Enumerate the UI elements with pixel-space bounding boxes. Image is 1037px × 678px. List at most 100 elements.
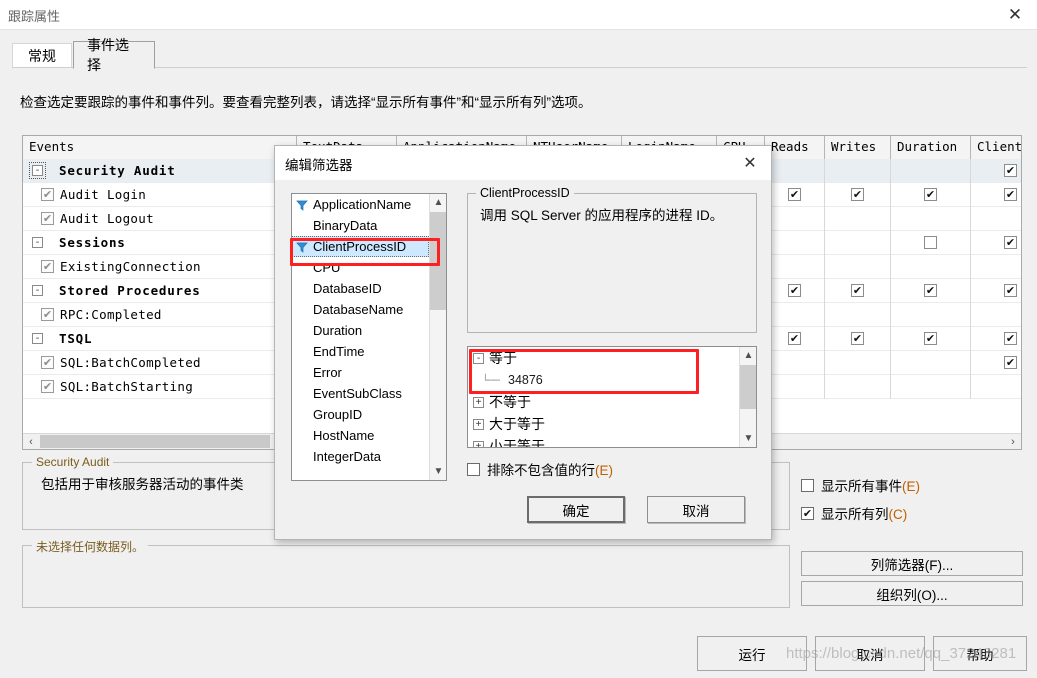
cancel-button[interactable]: 取消 xyxy=(815,636,925,671)
filter-column-item[interactable]: EndTime xyxy=(292,341,429,362)
grid-cell[interactable] xyxy=(765,374,825,399)
column-filters-button[interactable]: 列筛选器(F)... xyxy=(801,551,1023,576)
events-cell[interactable]: - Stored Procedures xyxy=(23,278,297,303)
grid-cell-checkbox[interactable] xyxy=(924,188,937,201)
condition-expander-icon[interactable]: + xyxy=(473,396,484,408)
grid-cell[interactable] xyxy=(891,230,971,255)
filter-column-item[interactable]: Duration xyxy=(292,320,429,341)
events-cell[interactable]: SQL:BatchCompleted xyxy=(23,350,297,375)
scroll-up-icon[interactable]: ▲ xyxy=(430,194,446,211)
grid-cell[interactable] xyxy=(971,351,1021,375)
dialog-close-icon[interactable]: ✕ xyxy=(737,150,763,174)
grid-cell[interactable] xyxy=(825,326,891,351)
grid-cell-checkbox[interactable] xyxy=(1004,332,1017,345)
event-checkbox[interactable] xyxy=(41,188,54,201)
grid-cell[interactable] xyxy=(891,278,971,303)
events-cell[interactable]: Audit Logout xyxy=(23,206,297,231)
grid-cell[interactable] xyxy=(971,231,1021,255)
expander-icon[interactable]: - xyxy=(29,162,46,179)
hscroll-left-arrow[interactable]: ‹ xyxy=(23,434,39,449)
filter-column-item[interactable]: DatabaseID xyxy=(292,278,429,299)
condition-row[interactable]: + 不等于 xyxy=(468,391,739,413)
scroll-down-icon[interactable]: ▼ xyxy=(430,463,446,480)
edit-filter-dialog[interactable]: 编辑筛选器 ✕ ApplicationName BinaryData ClientP… xyxy=(274,145,772,540)
grid-cell[interactable] xyxy=(891,206,971,231)
grid-cell[interactable] xyxy=(765,350,825,375)
condition-expander-icon[interactable]: - xyxy=(473,352,484,364)
filter-column-list-scrollbar[interactable]: ▲ ▼ xyxy=(429,194,446,480)
expander-icon[interactable]: - xyxy=(32,333,43,344)
events-cell[interactable]: - Security Audit xyxy=(23,158,297,183)
grid-column-header[interactable]: Duration xyxy=(891,136,971,159)
grid-cell[interactable] xyxy=(765,278,825,303)
filter-column-item[interactable]: CPU xyxy=(292,257,429,278)
filter-column-item[interactable]: GroupID xyxy=(292,404,429,425)
grid-cell[interactable] xyxy=(971,303,1021,327)
grid-cell[interactable] xyxy=(765,302,825,327)
grid-cell-checkbox[interactable] xyxy=(924,332,937,345)
filter-column-item[interactable]: Error xyxy=(292,362,429,383)
filter-column-list[interactable]: ApplicationName BinaryData ClientProcessID… xyxy=(291,193,447,481)
show-all-columns-checkbox[interactable] xyxy=(801,506,814,520)
grid-cell-checkbox[interactable] xyxy=(851,332,864,345)
grid-cell-checkbox[interactable] xyxy=(1004,356,1017,369)
show-all-events-checkbox[interactable] xyxy=(801,478,814,492)
grid-cell-checkbox[interactable] xyxy=(924,236,937,249)
grid-cell[interactable] xyxy=(825,278,891,303)
grid-column-header[interactable]: ClientProc xyxy=(971,136,1021,159)
exclude-rows-checkbox[interactable] xyxy=(467,462,480,476)
grid-cell[interactable] xyxy=(891,374,971,399)
grid-cell[interactable] xyxy=(971,279,1021,303)
grid-cell-checkbox[interactable] xyxy=(851,188,864,201)
grid-cell[interactable] xyxy=(825,230,891,255)
grid-cell-checkbox[interactable] xyxy=(1004,284,1017,297)
grid-cell[interactable] xyxy=(971,207,1021,231)
event-checkbox[interactable] xyxy=(41,356,54,369)
events-cell[interactable]: RPC:Completed xyxy=(23,302,297,327)
filter-column-item[interactable]: BinaryData xyxy=(292,215,429,236)
grid-cell[interactable] xyxy=(825,302,891,327)
filter-condition-scrollbar[interactable]: ▲ ▼ xyxy=(739,347,756,447)
grid-cell[interactable] xyxy=(971,327,1021,351)
grid-cell-checkbox[interactable] xyxy=(1004,164,1017,177)
condition-expander-icon[interactable]: + xyxy=(473,440,484,447)
grid-cell[interactable] xyxy=(891,182,971,207)
grid-cell[interactable] xyxy=(891,302,971,327)
grid-cell[interactable] xyxy=(971,183,1021,207)
exclude-rows-row[interactable]: 排除不包含值的行(E) xyxy=(467,459,613,479)
cond-scrollbar-thumb[interactable] xyxy=(740,365,756,409)
event-checkbox[interactable] xyxy=(41,380,54,393)
condition-value[interactable]: 34876 xyxy=(508,373,543,387)
grid-cell[interactable] xyxy=(891,158,971,183)
condition-row[interactable]: - 等于 xyxy=(468,347,739,369)
grid-cell[interactable] xyxy=(891,326,971,351)
organize-columns-button[interactable]: 组织列(O)... xyxy=(801,581,1023,606)
events-cell[interactable]: Audit Login xyxy=(23,182,297,207)
condition-row[interactable]: + 小于等于 xyxy=(468,435,739,447)
tab-general[interactable]: 常规 xyxy=(12,43,72,68)
cond-scroll-down-icon[interactable]: ▼ xyxy=(740,430,756,447)
event-checkbox[interactable] xyxy=(41,260,54,273)
grid-cell[interactable] xyxy=(765,326,825,351)
grid-cell[interactable] xyxy=(825,374,891,399)
grid-cell[interactable] xyxy=(825,254,891,279)
grid-cell[interactable] xyxy=(825,158,891,183)
grid-cell[interactable] xyxy=(971,255,1021,279)
events-cell[interactable]: - TSQL xyxy=(23,326,297,351)
grid-cell-checkbox[interactable] xyxy=(1004,188,1017,201)
grid-column-header[interactable]: Events xyxy=(23,136,297,159)
filter-column-item[interactable]: ClientProcessID xyxy=(292,236,429,257)
grid-cell[interactable] xyxy=(891,254,971,279)
events-cell[interactable]: SQL:BatchStarting xyxy=(23,374,297,399)
events-cell[interactable]: - Sessions xyxy=(23,230,297,255)
filter-column-item[interactable]: ApplicationName xyxy=(292,194,429,215)
filter-column-item[interactable]: DatabaseName xyxy=(292,299,429,320)
grid-column-header[interactable]: Reads xyxy=(765,136,825,159)
grid-cell[interactable] xyxy=(765,206,825,231)
hscroll-thumb[interactable] xyxy=(40,435,270,448)
grid-column-header[interactable]: Writes xyxy=(825,136,891,159)
grid-cell[interactable] xyxy=(971,375,1021,399)
grid-cell-checkbox[interactable] xyxy=(788,284,801,297)
hscroll-right-arrow[interactable]: › xyxy=(1005,434,1021,449)
expander-icon[interactable]: - xyxy=(32,285,43,296)
